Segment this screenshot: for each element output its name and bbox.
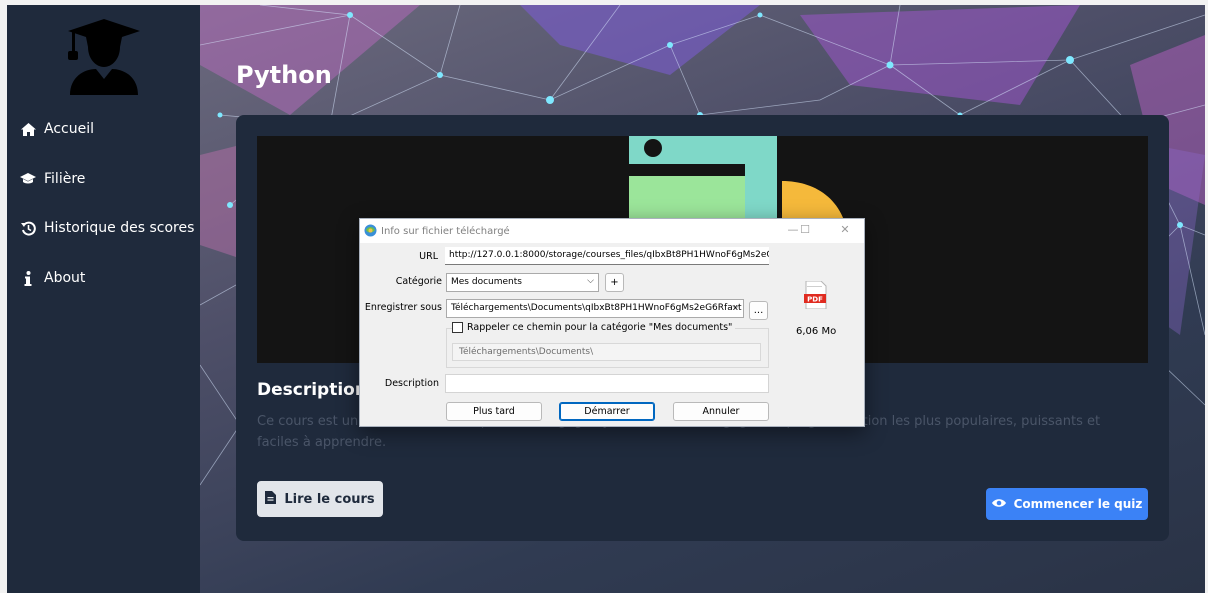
pdf-icon: PDF bbox=[804, 280, 828, 312]
info-icon bbox=[20, 270, 36, 286]
start-download-button[interactable]: Démarrer bbox=[559, 402, 655, 421]
sidebar-item-label: Accueil bbox=[44, 121, 94, 137]
eye-icon bbox=[991, 497, 1006, 511]
save-as-label: Enregistrer sous bbox=[364, 302, 442, 313]
add-category-button[interactable]: + bbox=[605, 273, 624, 292]
history-icon bbox=[20, 221, 36, 236]
dialog-title: Info sur fichier téléchargé bbox=[381, 226, 510, 237]
sidebar-item-about[interactable]: About bbox=[20, 270, 85, 286]
category-value: Mes documents bbox=[451, 277, 522, 287]
sidebar-item-accueil[interactable]: Accueil bbox=[20, 121, 94, 137]
browse-button[interactable]: ... bbox=[749, 301, 768, 320]
read-course-label: Lire le cours bbox=[284, 491, 375, 507]
remember-path-label: Rappeler ce chemin pour la catégorie "Me… bbox=[467, 322, 733, 333]
graduate-avatar-icon bbox=[62, 17, 146, 100]
file-size: 6,06 Mo bbox=[796, 326, 837, 337]
file-icon bbox=[265, 490, 277, 508]
start-quiz-button[interactable]: Commencer le quiz bbox=[986, 488, 1148, 520]
svg-text:PDF: PDF bbox=[807, 296, 823, 304]
save-path-value: Téléchargements\Documents\qIbxBt8PH1HWno… bbox=[451, 303, 742, 313]
start-quiz-label: Commencer le quiz bbox=[1013, 497, 1143, 511]
category-select[interactable]: Mes documents ⌵ bbox=[446, 273, 599, 292]
download-manager-icon bbox=[364, 224, 377, 240]
graduation-cap-icon bbox=[20, 173, 36, 185]
sidebar: Accueil Filière Historique des scores Ab… bbox=[7, 5, 200, 593]
close-button[interactable]: ✕ bbox=[836, 223, 854, 239]
description-title: Description: bbox=[257, 380, 374, 400]
chevron-down-icon: ⌵ bbox=[587, 276, 594, 286]
sidebar-item-label: About bbox=[44, 270, 86, 286]
cancel-button[interactable]: Annuler bbox=[673, 402, 769, 421]
description-label: Description bbox=[384, 378, 439, 389]
url-field[interactable]: http://127.0.0.1:8000/storage/courses_fi… bbox=[445, 247, 769, 265]
read-course-button[interactable]: Lire le cours bbox=[257, 481, 383, 517]
url-label: URL bbox=[419, 251, 438, 262]
download-info-dialog: Info sur fichier téléchargé — ☐ ✕ URL ht… bbox=[359, 218, 865, 427]
sidebar-item-filiere[interactable]: Filière bbox=[20, 171, 85, 187]
sidebar-item-historique[interactable]: Historique des scores bbox=[20, 220, 194, 236]
chevron-down-icon: ⌵ bbox=[732, 302, 739, 312]
remembered-path-field: Téléchargements\Documents\ bbox=[452, 343, 761, 361]
page-title: Python bbox=[236, 61, 332, 89]
sidebar-item-label: Filière bbox=[44, 171, 86, 187]
maximize-button[interactable]: ☐ bbox=[796, 223, 814, 239]
home-icon bbox=[20, 122, 36, 136]
dialog-titlebar[interactable]: Info sur fichier téléchargé — ☐ ✕ bbox=[360, 219, 864, 243]
save-path-select[interactable]: Téléchargements\Documents\qIbxBt8PH1HWno… bbox=[446, 299, 744, 318]
remember-path-checkbox[interactable]: Rappeler ce chemin pour la catégorie "Me… bbox=[452, 322, 736, 333]
later-button[interactable]: Plus tard bbox=[446, 402, 542, 421]
category-label: Catégorie bbox=[395, 276, 442, 287]
checkbox-box[interactable] bbox=[452, 322, 463, 333]
description-field[interactable] bbox=[445, 374, 769, 393]
sidebar-item-label: Historique des scores bbox=[44, 220, 195, 236]
